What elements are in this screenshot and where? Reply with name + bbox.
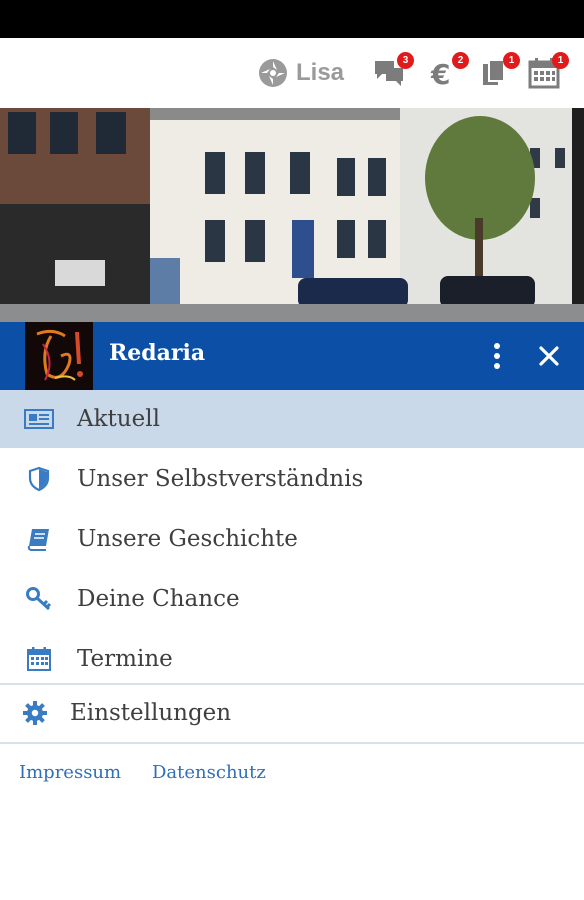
user-logo-icon xyxy=(259,59,287,87)
book-icon xyxy=(24,524,54,554)
messages-button[interactable]: 3 xyxy=(372,52,414,92)
close-button[interactable] xyxy=(534,340,564,372)
datenschutz-link[interactable]: Datenschutz xyxy=(152,762,266,783)
nav-label-selbstverstaendnis: Unser Selbstverständnis xyxy=(77,466,364,492)
nav-item-aktuell[interactable]: Aktuell xyxy=(0,390,584,448)
payments-button[interactable]: € 2 xyxy=(427,52,469,92)
calendar-button[interactable]: 1 xyxy=(527,52,569,92)
nav-label-aktuell: Aktuell xyxy=(77,406,160,432)
hero-image xyxy=(0,108,584,324)
status-bar xyxy=(0,0,584,38)
top-bar: Lisa 3 € 2 1 1 xyxy=(0,38,584,108)
documents-badge: 1 xyxy=(503,52,520,69)
documents-button[interactable]: 1 xyxy=(478,52,520,92)
nav-label-termine: Termine xyxy=(77,646,173,672)
gear-icon xyxy=(20,698,50,728)
svg-text:€: € xyxy=(430,58,450,90)
key-icon xyxy=(24,584,54,614)
impressum-link[interactable]: Impressum xyxy=(19,762,121,783)
more-vert-icon xyxy=(494,343,500,369)
nav-item-geschichte[interactable]: Unsere Geschichte xyxy=(0,510,584,568)
user-switcher[interactable]: Lisa xyxy=(258,58,344,88)
nav-label-einstellungen: Einstellungen xyxy=(70,700,232,726)
nav-item-selbstverstaendnis[interactable]: Unser Selbstverständnis xyxy=(0,450,584,508)
shield-icon xyxy=(24,464,54,494)
nav-label-geschichte: Unsere Geschichte xyxy=(77,526,298,552)
divider xyxy=(0,742,584,744)
more-options-button[interactable] xyxy=(482,340,512,372)
calendar-icon xyxy=(24,644,54,674)
user-name: Lisa xyxy=(296,59,345,86)
calendar-badge: 1 xyxy=(552,52,569,69)
newspaper-icon xyxy=(24,404,54,434)
payments-badge: 2 xyxy=(452,52,469,69)
nav-label-chance: Deine Chance xyxy=(77,586,240,612)
nav-item-einstellungen[interactable]: Einstellungen xyxy=(0,685,584,741)
messages-badge: 3 xyxy=(397,52,414,69)
brand-logo xyxy=(25,322,93,390)
brand-bar: Redaria xyxy=(0,322,584,390)
nav-item-termine[interactable]: Termine xyxy=(0,630,584,688)
close-icon xyxy=(539,346,559,366)
nav-item-chance[interactable]: Deine Chance xyxy=(0,570,584,628)
brand-name: Redaria xyxy=(109,340,206,366)
